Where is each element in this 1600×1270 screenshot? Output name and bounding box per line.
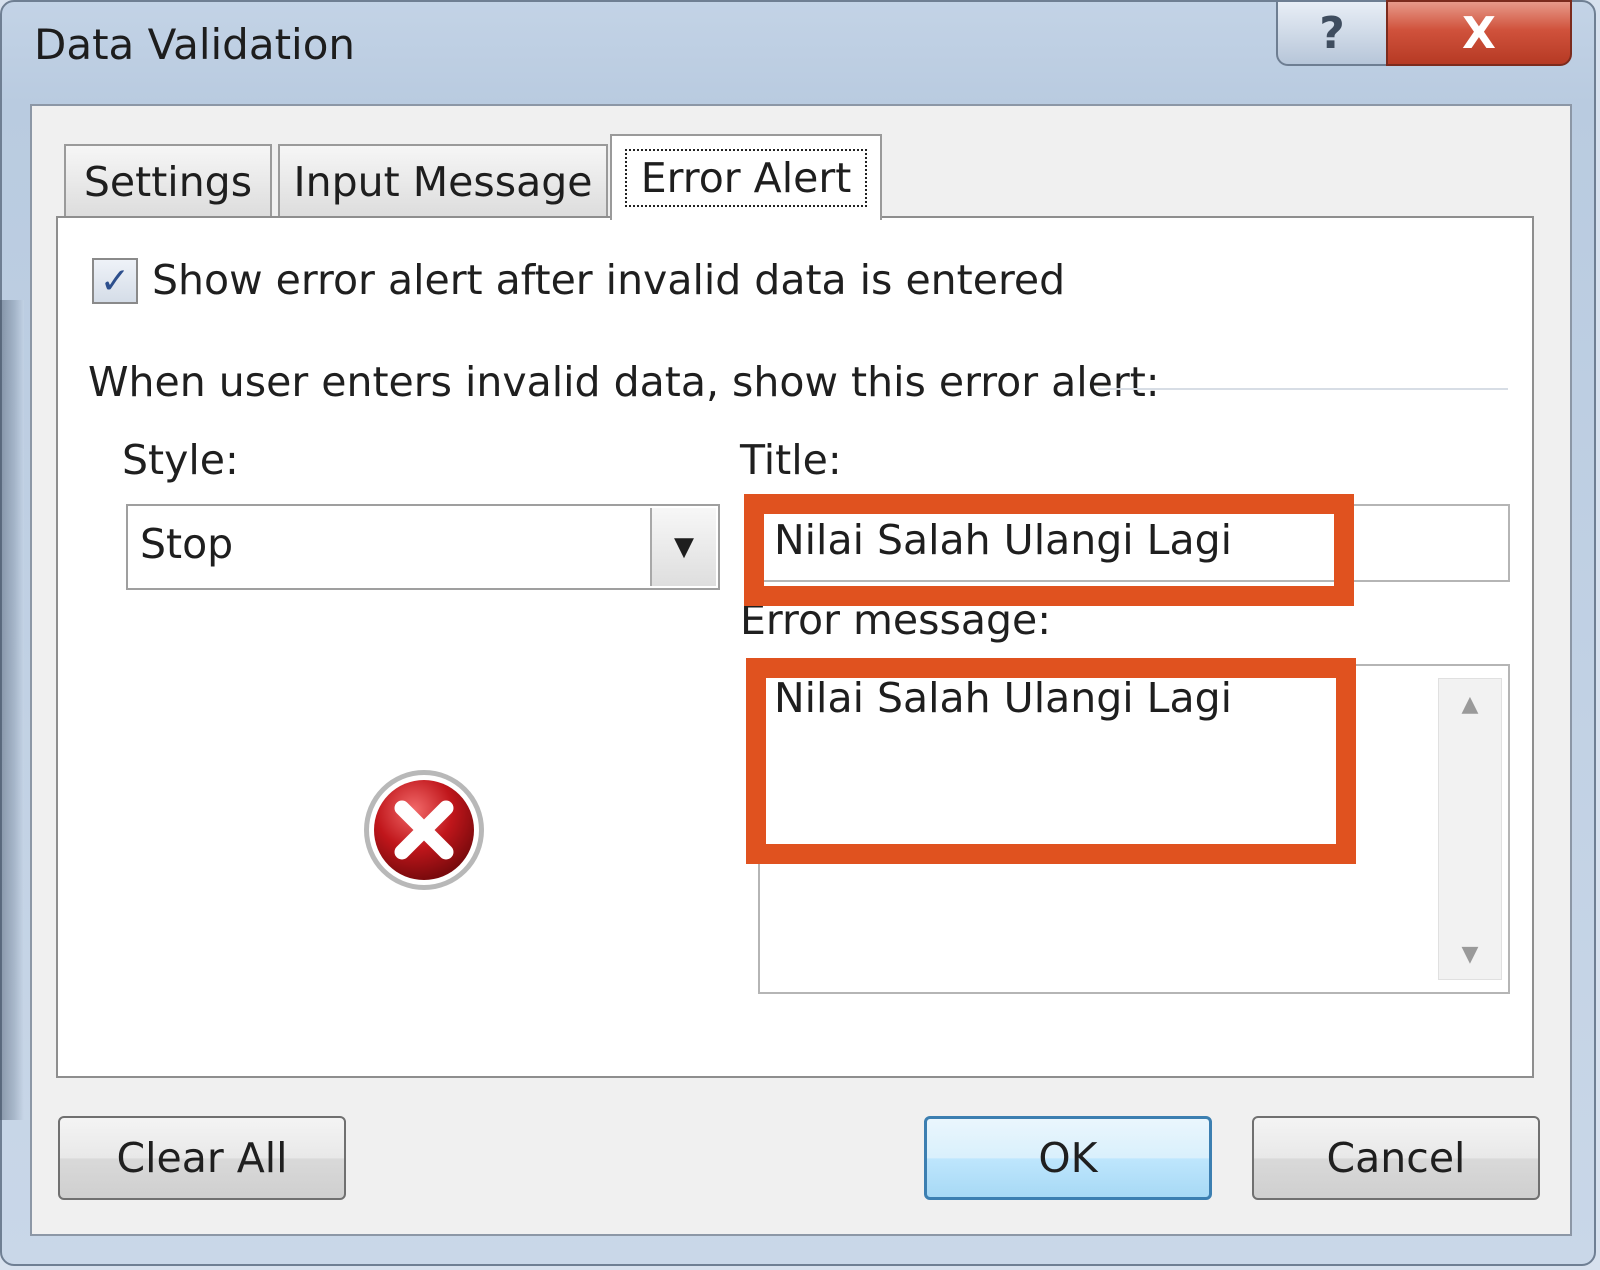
style-select-value: Stop — [140, 520, 234, 568]
clear-all-label: Clear All — [116, 1134, 288, 1182]
tab-settings-label: Settings — [83, 158, 253, 206]
tab-error-alert-label: Error Alert — [624, 149, 868, 207]
tab-input-message[interactable]: Input Message — [278, 144, 608, 218]
alert-group-label: When user enters invalid data, show this… — [88, 358, 1160, 406]
tab-error-alert[interactable]: Error Alert — [610, 134, 882, 220]
message-highlight-box — [746, 658, 1356, 864]
dialog-title: Data Validation — [34, 20, 356, 69]
scroll-down-icon[interactable]: ▼ — [1439, 929, 1501, 979]
style-label: Style: — [122, 436, 239, 484]
style-select[interactable]: Stop ▼ — [126, 504, 720, 590]
group-divider — [1098, 388, 1508, 390]
error-message-scrollbar[interactable]: ▲ ▼ — [1438, 678, 1502, 980]
ok-label: OK — [1038, 1134, 1098, 1182]
close-icon: X — [1462, 7, 1496, 59]
title-label: Title: — [740, 436, 842, 484]
close-button[interactable]: X — [1386, 0, 1572, 66]
show-alert-label: Show error alert after invalid data is e… — [152, 256, 1066, 304]
help-button[interactable]: ? — [1276, 0, 1386, 66]
tab-settings[interactable]: Settings — [64, 144, 272, 218]
cancel-label: Cancel — [1326, 1134, 1466, 1182]
chevron-down-icon[interactable]: ▼ — [650, 508, 716, 586]
checkmark-icon: ✓ — [99, 260, 131, 302]
cancel-button[interactable]: Cancel — [1252, 1116, 1540, 1200]
scroll-up-icon[interactable]: ▲ — [1439, 679, 1501, 729]
title-highlight-box — [744, 494, 1354, 606]
stop-icon — [364, 770, 484, 890]
clear-all-button[interactable]: Clear All — [58, 1116, 346, 1200]
ok-button[interactable]: OK — [924, 1116, 1212, 1200]
show-alert-checkbox[interactable]: ✓ — [92, 258, 138, 304]
background-edge — [0, 300, 24, 1120]
tab-input-message-label: Input Message — [293, 158, 593, 206]
help-icon: ? — [1319, 7, 1345, 59]
